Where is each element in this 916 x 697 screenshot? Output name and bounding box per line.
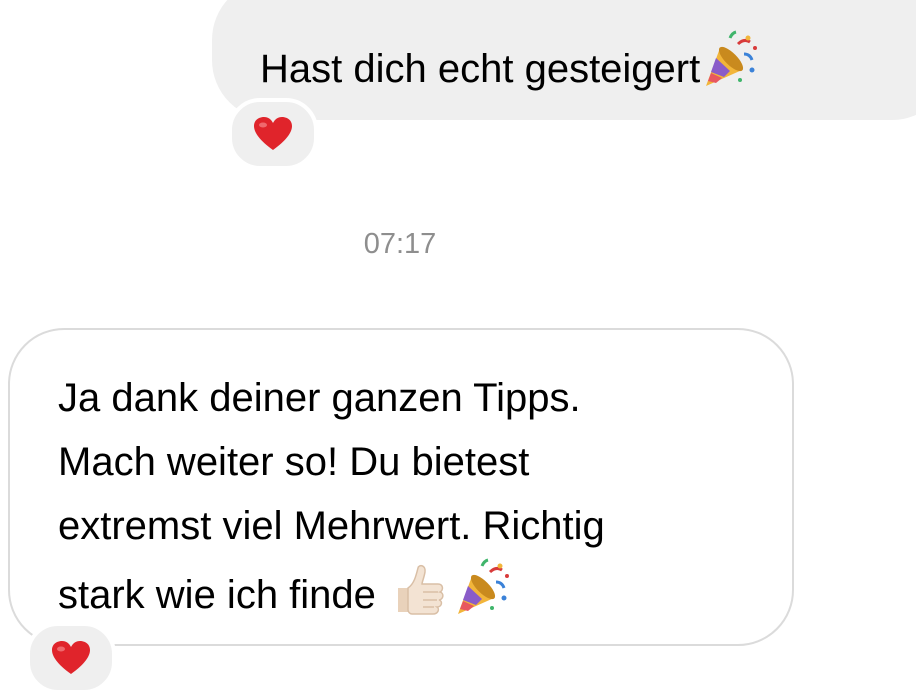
- chat-thread: Hast dich echt gesteigert 07:17 Ja dank …: [0, 0, 916, 697]
- incoming-line-4: stark wie ich finde: [58, 558, 605, 637]
- heart-icon: [254, 117, 292, 150]
- outgoing-reaction[interactable]: [228, 98, 318, 170]
- outgoing-message-label: Hast dich echt gesteigert: [260, 47, 701, 91]
- message-timestamp: 07:17: [363, 228, 437, 260]
- incoming-message-text: Ja dank deiner ganzen Tipps. Mach weiter…: [58, 366, 605, 637]
- incoming-line-4-text: stark wie ich finde: [58, 573, 376, 617]
- incoming-line-2: Mach weiter so! Du bietest: [58, 440, 530, 484]
- incoming-message-bubble[interactable]: Ja dank deiner ganzen Tipps. Mach weiter…: [8, 328, 794, 646]
- incoming-line-3: extremst viel Mehrwert. Richtig: [58, 504, 605, 548]
- outgoing-message-bubble[interactable]: Hast dich echt gesteigert: [212, 0, 916, 120]
- outgoing-message-text: Hast dich echt gesteigert: [260, 30, 760, 101]
- heart-icon: [52, 641, 90, 674]
- party-popper-icon: [700, 30, 760, 101]
- incoming-reaction[interactable]: [26, 622, 116, 694]
- party-popper-icon-2: [452, 558, 512, 637]
- incoming-line-1: Ja dank deiner ganzen Tipps.: [58, 376, 581, 420]
- thumbs-up-icon: [392, 562, 448, 637]
